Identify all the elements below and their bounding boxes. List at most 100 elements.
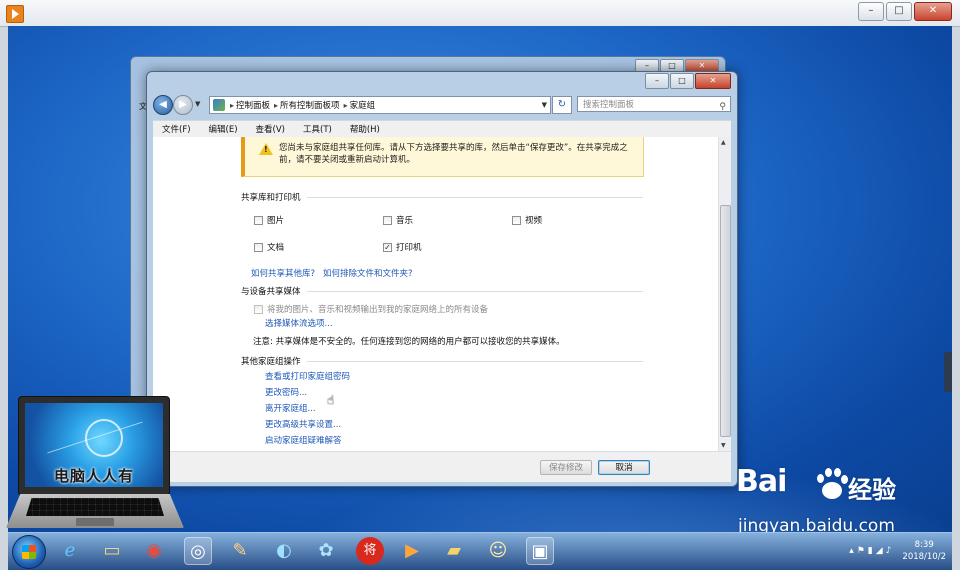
forward-arrow-icon[interactable]: ▶ xyxy=(173,95,193,115)
navigation-bar: ◀ ▶ ▼ ▸ 控制面板 ▸ 所有控制面板项 ▸ 家庭组 ▼ ↻ 搜索控制面板 … xyxy=(153,94,731,116)
link-exclude-files[interactable]: 如何排除文件和文件夹? xyxy=(323,267,413,279)
start-button[interactable] xyxy=(12,535,46,569)
button-bar: 保存修改 取消 xyxy=(153,451,731,482)
warning-icon xyxy=(259,143,273,155)
laptop-keyboard xyxy=(26,498,164,516)
minimize-icon[interactable]: – xyxy=(858,2,884,21)
content-pane: 您尚未与家庭组共享任何库。请从下方选择要共享的库，然后单击“保存更改”。在共享完… xyxy=(153,137,731,451)
link-leave-homegroup[interactable]: 离开家庭组... xyxy=(265,402,316,414)
address-bar[interactable]: ▸ 控制面板 ▸ 所有控制面板项 ▸ 家庭组 ▼ xyxy=(209,96,551,114)
section-other-header: 其他家庭组操作 xyxy=(241,355,643,367)
checkbox-documents[interactable]: 文档 xyxy=(254,241,284,253)
save-changes-button[interactable]: 保存修改 xyxy=(540,460,592,475)
section-title: 其他家庭组操作 xyxy=(241,357,301,367)
recent-pages-dropdown-icon[interactable]: ▼ xyxy=(195,100,200,108)
warning-text: 您尚未与家庭组共享任何库。请从下方选择要共享的库，然后单击“保存更改”。在共享完… xyxy=(279,143,628,165)
section-title: 共享库和打印机 xyxy=(241,193,301,203)
crumb-separator: ▸ xyxy=(343,100,348,110)
player-title-bar: – □ ✕ xyxy=(0,0,960,27)
link-change-password[interactable]: 更改密码... xyxy=(265,386,307,398)
checkbox-label: 打印机 xyxy=(396,243,422,253)
checkbox-videos[interactable]: 视频 xyxy=(512,214,542,226)
chevron-down-icon[interactable]: ▼ xyxy=(542,101,547,109)
section-title: 与设备共享媒体 xyxy=(241,287,301,297)
checkbox-stream-media[interactable]: 将我的图片、音乐和视频输出到我的家庭网络上的所有设备 xyxy=(254,303,488,315)
crumb-separator: ▸ xyxy=(230,100,235,110)
qq-icon[interactable]: ☺ xyxy=(484,537,512,565)
clock[interactable]: 8:39 2018/10/2 xyxy=(902,539,946,563)
control-panel-icon[interactable]: ▣ xyxy=(526,537,554,565)
menu-edit[interactable]: 编辑(E) xyxy=(209,123,238,135)
maximize-icon[interactable]: □ xyxy=(886,2,912,21)
breadcrumb-control-panel[interactable]: 控制面板 xyxy=(236,99,270,111)
checkbox[interactable] xyxy=(254,304,263,314)
minimize-icon[interactable]: – xyxy=(645,73,669,89)
media-security-note: 注意: 共享媒体是不安全的。任何连接到您的网络的用户都可以接收您的共享媒体。 xyxy=(253,337,565,347)
watermark-brand-cn: 经验 xyxy=(848,476,896,504)
paint-icon[interactable]: ✎ xyxy=(226,537,254,565)
laptop-display: 电脑人人有 xyxy=(25,403,163,487)
laptop-screen: 电脑人人有 xyxy=(18,396,170,496)
close-icon[interactable]: ✕ xyxy=(695,73,731,89)
checkbox-label: 视频 xyxy=(525,216,543,226)
laptop-logo: 电脑人人有 xyxy=(4,396,188,536)
crumb-separator: ▸ xyxy=(274,100,279,110)
folder-icon[interactable]: ▰ xyxy=(440,537,468,565)
mediacenter-icon[interactable]: ◎ xyxy=(184,537,212,565)
link-advanced-sharing[interactable]: 更改高级共享设置... xyxy=(265,418,341,430)
scroll-up-icon[interactable]: ▲ xyxy=(721,139,726,146)
breadcrumb-all-items[interactable]: 所有控制面板项 xyxy=(280,99,340,111)
warning-banner: 您尚未与家庭组共享任何库。请从下方选择要共享的库，然后单击“保存更改”。在共享完… xyxy=(241,137,644,177)
link-troubleshooter[interactable]: 启动家庭组疑难解答 xyxy=(265,434,342,446)
refresh-icon[interactable]: ↻ xyxy=(552,96,572,114)
checkbox-music[interactable]: 音乐 xyxy=(383,214,413,226)
checkbox-label: 图片 xyxy=(267,216,285,226)
maximize-icon[interactable]: □ xyxy=(670,73,694,89)
logo-text: 电脑人人有 xyxy=(53,467,134,485)
explorer-icon[interactable]: ▭ xyxy=(98,537,126,565)
cancel-button[interactable]: 取消 xyxy=(598,460,650,475)
vertical-scrollbar[interactable]: ▲ ▼ xyxy=(718,137,731,451)
paw-icon xyxy=(814,468,848,500)
hand-cursor-icon: ☝ xyxy=(327,393,335,407)
section-libraries-header: 共享库和打印机 xyxy=(241,191,643,203)
link-view-password[interactable]: 查看或打印家庭组密码 xyxy=(265,370,350,382)
ie-icon[interactable]: ℯ xyxy=(56,537,84,565)
checkbox[interactable] xyxy=(512,215,521,225)
homegroup-window: – □ ✕ ◀ ▶ ▼ ▸ 控制面板 ▸ 所有控制面板项 ▸ 家庭组 ▼ ↻ 搜… xyxy=(146,71,738,487)
checkbox-pictures[interactable]: 图片 xyxy=(254,214,284,226)
scroll-down-icon[interactable]: ▼ xyxy=(721,442,726,449)
link-media-stream-options[interactable]: 选择媒体流选项... xyxy=(265,317,333,329)
search-input[interactable]: 搜索控制面板 ⚲ xyxy=(577,96,731,112)
checkbox-label: 音乐 xyxy=(396,216,414,226)
back-arrow-icon[interactable]: ◀ xyxy=(153,95,173,115)
menu-help[interactable]: 帮助(H) xyxy=(350,123,380,135)
pinwheel-icon[interactable]: ✿ xyxy=(312,537,340,565)
chrome-icon[interactable]: ◉ xyxy=(140,537,168,565)
side-handle[interactable] xyxy=(944,352,952,392)
menu-bar: 文件(F) 编辑(E) 查看(V) 工具(T) 帮助(H) xyxy=(153,120,731,138)
watermark-brand: Bai xyxy=(736,464,787,499)
close-icon[interactable]: ✕ xyxy=(914,2,952,21)
checkbox[interactable] xyxy=(254,242,263,252)
player-icon[interactable]: ▶ xyxy=(398,537,426,565)
system-tray: ▴⚑▮◢♪ 8:39 2018/10/2 xyxy=(849,536,946,566)
checkbox[interactable] xyxy=(254,215,263,225)
menu-tools[interactable]: 工具(T) xyxy=(303,123,332,135)
player-app-icon xyxy=(6,5,24,23)
checkbox[interactable] xyxy=(383,215,392,225)
scrollbar-thumb[interactable] xyxy=(720,205,731,437)
jiang-icon[interactable]: 将 xyxy=(356,537,384,565)
checkbox-printers[interactable]: ✓ 打印机 xyxy=(383,241,422,253)
link-share-other-libraries[interactable]: 如何共享其他库? xyxy=(251,267,315,279)
taskbar: ℯ ▭ ◉ ◎ ✎ ◐ ✿ 将 ▶ ▰ ☺ ▣ ▴⚑▮◢♪ 8:39 2018/… xyxy=(8,532,952,570)
menu-view[interactable]: 查看(V) xyxy=(256,123,285,135)
checkbox-label: 文档 xyxy=(267,243,285,253)
menu-file[interactable]: 文件(F) xyxy=(162,123,191,135)
breadcrumb-homegroup[interactable]: 家庭组 xyxy=(350,99,376,111)
search-placeholder: 搜索控制面板 xyxy=(583,100,635,110)
tray-icons[interactable]: ▴⚑▮◢♪ xyxy=(849,546,894,556)
checkbox-checked[interactable]: ✓ xyxy=(383,242,392,252)
qq-browser-icon[interactable]: ◐ xyxy=(270,537,298,565)
search-icon[interactable]: ⚲ xyxy=(719,99,726,115)
